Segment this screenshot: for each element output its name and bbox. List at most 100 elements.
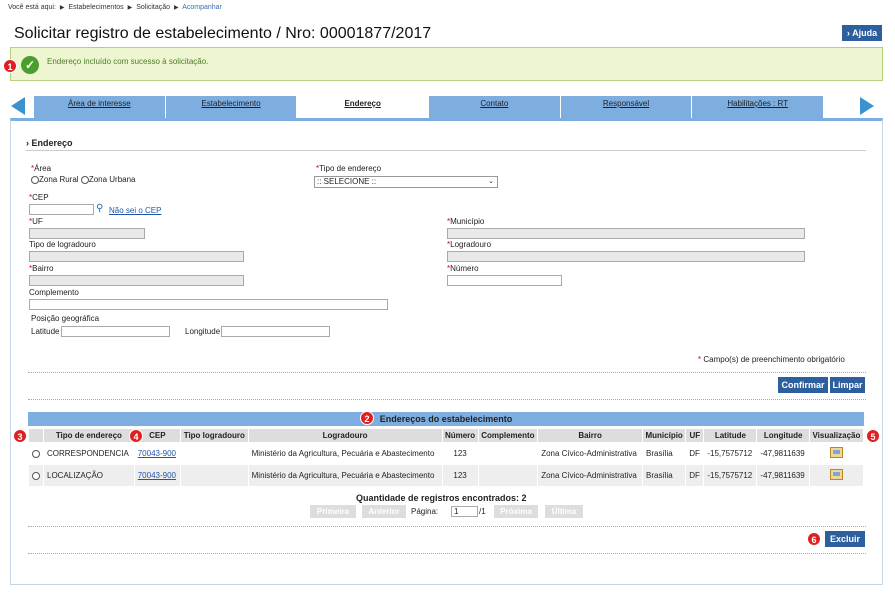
logradouro-field — [447, 251, 805, 262]
uf-label: *UF — [29, 217, 43, 226]
cell-numero: 123 — [441, 464, 479, 487]
annotation-badge: 3 — [13, 429, 27, 443]
cell-municipio: Brasília — [642, 442, 687, 465]
success-check-icon: ✓ — [21, 56, 39, 74]
cell-uf: DF — [685, 442, 705, 465]
tab-habilitacoes[interactable]: Habilitações : RT — [692, 96, 825, 118]
tab-estabelecimento[interactable]: Estabelecimento — [165, 96, 298, 118]
next-tab-arrow-icon[interactable] — [860, 97, 874, 115]
previous-page-button[interactable]: Anterior — [362, 505, 406, 518]
breadcrumb: Você está aqui: ▶ Estabelecimentos ▶ Sol… — [8, 4, 222, 11]
breadcrumb-item[interactable]: Solicitação — [136, 4, 170, 11]
latitude-label: Latitude — [31, 327, 60, 336]
column-header: Município — [642, 428, 687, 443]
help-label: Ajuda — [852, 28, 878, 38]
column-header: Tipo de endereço — [43, 428, 135, 443]
tab-bar: Área de interesse Estabelecimento Endere… — [34, 96, 825, 118]
page-total: /1 — [479, 507, 486, 516]
complemento-input[interactable] — [29, 299, 388, 310]
bairro-field — [29, 275, 244, 286]
annotation-badge: 1 — [3, 59, 17, 73]
cell-logradouro: Ministério da Agricultura, Pecuária e Ab… — [247, 464, 443, 487]
table-header-row: Tipo de endereço CEP Tipo logradouro Log… — [28, 428, 865, 443]
cell-longitude: -47,9811639 — [756, 442, 810, 465]
cell-tipo: LOCALIZAÇÃO — [43, 464, 135, 487]
tab-responsavel[interactable]: Responsável — [560, 96, 693, 118]
page-label: Página: — [411, 507, 439, 516]
confirm-button[interactable]: Confirmar — [778, 377, 828, 393]
cep-input[interactable] — [29, 204, 94, 215]
row-select-radio[interactable] — [32, 449, 40, 458]
latitude-input[interactable] — [61, 326, 170, 337]
previous-tab-arrow-icon[interactable] — [11, 97, 25, 115]
table-row: CORRESPONDENCIA 70043-900 Ministério da … — [28, 442, 865, 465]
divider — [28, 399, 866, 400]
record-count: Quantidade de registros encontrados: 2 — [356, 493, 527, 503]
longitude-label: Longitude — [185, 327, 221, 336]
cell-tipo-logradouro — [179, 464, 249, 487]
next-page-button[interactable]: Próxima — [494, 505, 538, 518]
help-button[interactable]: › Ajuda — [842, 25, 882, 41]
tab-contato[interactable]: Contato — [429, 96, 561, 118]
search-icon[interactable]: ⚲ — [96, 203, 103, 214]
column-select — [28, 428, 44, 443]
column-header: Longitude — [756, 428, 810, 443]
breadcrumb-current: Acompanhar — [182, 4, 222, 11]
divider — [28, 553, 866, 554]
column-header: Complemento — [477, 428, 539, 443]
tipo-endereco-select[interactable]: :: SELECIONE :: ⌄ — [314, 176, 498, 188]
divider — [28, 526, 866, 527]
column-header: Bairro — [537, 428, 644, 443]
zona-rural-label: Zona Rural — [39, 175, 79, 184]
annotation-badge: 6 — [807, 532, 821, 546]
cell-latitude: -15,7575712 — [703, 442, 758, 465]
area-radio-group: Zona Rural Zona Urbana — [31, 175, 136, 184]
breadcrumb-separator-icon: ▶ — [174, 5, 179, 11]
breadcrumb-prefix: Você está aqui: — [8, 4, 56, 11]
divider — [28, 372, 866, 373]
column-header: Número — [441, 428, 479, 443]
cell-cep-link[interactable]: 70043-900 — [133, 464, 181, 487]
delete-button[interactable]: Excluir — [825, 531, 865, 547]
cell-logradouro: Ministério da Agricultura, Pecuária e Ab… — [247, 442, 443, 465]
longitude-input[interactable] — [221, 326, 330, 337]
column-header: Tipo logradouro — [179, 428, 249, 443]
cell-cep-link[interactable]: 70043-900 — [133, 442, 181, 465]
tab-area-interesse[interactable]: Área de interesse — [34, 96, 166, 118]
required-note: * Campo(s) de preenchimento obrigatório — [698, 355, 845, 364]
column-header: Visualização — [808, 428, 865, 443]
cell-bairro: Zona Cívico-Administrativa — [537, 442, 644, 465]
nao-sei-cep-link[interactable]: Não sei o CEP — [109, 206, 161, 215]
annotation-badge: 2 — [360, 411, 374, 425]
row-select-radio[interactable] — [32, 471, 40, 480]
content-panel — [10, 118, 883, 585]
chevron-down-icon: ⌄ — [488, 178, 494, 185]
clear-button[interactable]: Limpar — [830, 377, 865, 393]
column-header: Latitude — [703, 428, 758, 443]
cell-latitude: -15,7575712 — [703, 464, 758, 487]
cell-complemento — [477, 464, 539, 487]
section-divider — [26, 150, 866, 151]
cell-longitude: -47,9811639 — [756, 464, 810, 487]
area-label: *Área — [31, 164, 52, 173]
page-input[interactable]: 1 — [451, 506, 478, 517]
municipio-label: *Município — [447, 217, 485, 226]
zona-urbana-radio[interactable] — [80, 175, 89, 184]
bairro-label: *Bairro — [29, 264, 54, 273]
posicao-geografica-label: Posição geográfica — [31, 314, 100, 323]
breadcrumb-item[interactable]: Estabelecimentos — [68, 4, 123, 11]
numero-input[interactable] — [447, 275, 562, 286]
map-view-icon[interactable] — [829, 447, 843, 458]
last-page-button[interactable]: Última — [545, 505, 583, 518]
zona-rural-radio[interactable] — [31, 175, 39, 184]
annotation-badge: 5 — [866, 429, 880, 443]
breadcrumb-separator-icon: ▶ — [59, 5, 65, 11]
cell-tipo: CORRESPONDENCIA — [43, 442, 135, 465]
map-view-icon[interactable] — [829, 469, 843, 480]
first-page-button[interactable]: Primeira — [310, 505, 356, 518]
tab-endereco[interactable]: Endereço — [297, 96, 430, 118]
visualization-cell — [808, 442, 865, 465]
column-header: UF — [685, 428, 705, 443]
cell-uf: DF — [685, 464, 705, 487]
municipio-field — [447, 228, 805, 239]
